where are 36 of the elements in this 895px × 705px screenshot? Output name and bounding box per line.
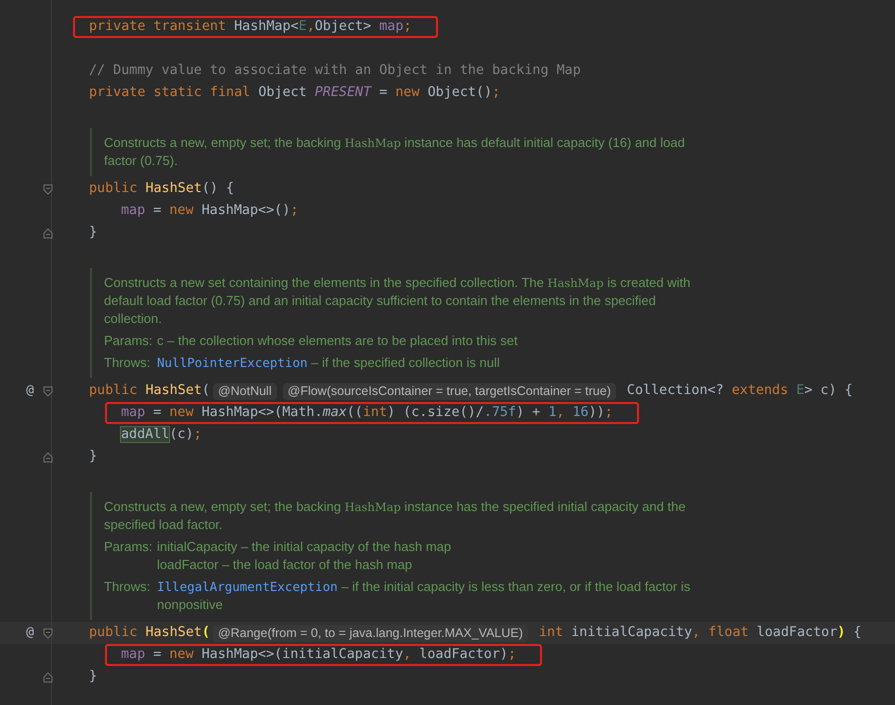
code-text: int initialCapacity, float loadFactor) { — [538, 625, 862, 641]
doc-text: NullPointerException – if the specified collection is null — [157, 354, 500, 372]
doc-label: Params: — [104, 538, 154, 556]
doc-label: Params: — [104, 332, 154, 350]
gutter-marker[interactable]: @ — [26, 383, 34, 398]
exception-link[interactable]: NullPointerException — [157, 355, 308, 370]
doc-text: IllegalArgumentException – if the initial capacity is less than zero, or if the load factor is nonpositive — [157, 578, 692, 614]
code-text: } — [89, 449, 98, 465]
fold-icon[interactable] — [43, 184, 53, 194]
doc-text: loadFactor – the load factor of the hash map — [157, 556, 414, 574]
inlay-hint: @Range(from = 0, to = java.lang.Integer.MAX_VALUE) — [212, 624, 528, 642]
code-text: map = new HashMap<>(); — [121, 203, 298, 219]
code-text: } — [89, 669, 98, 685]
code-text: public HashSet( — [89, 625, 210, 641]
doc-paragraph: Constructs a new set containing the elements in the specified collection. The HashMap is created with default load factor (0.75) and an initial capacity sufficient to contain the elements in the specified collection. — [104, 274, 692, 328]
inlay-hint: @Flow(sourceIsContainer = true, targetIsContainer = true) — [282, 382, 616, 400]
code-text: } — [89, 225, 98, 241]
doc-label: Throws: — [104, 578, 152, 596]
code-text: // Dummy value to associate with an Object in the backing Map — [89, 63, 581, 79]
doc-paragraph: Constructs a new, empty set; the backing HashMap instance has default initial capacity (16) and load factor (0.75). — [104, 134, 686, 170]
fold-icon[interactable] — [43, 452, 53, 462]
code-text: public HashSet( — [89, 383, 210, 399]
code-text: private static final Object PRESENT = new Object(); — [89, 85, 500, 101]
fold-icon[interactable] — [43, 386, 53, 396]
code-text: public HashSet() { — [89, 181, 234, 197]
fold-icon[interactable] — [43, 672, 53, 682]
code-text: Collection<? extends E> c) { — [626, 383, 853, 399]
inlay-hint: @NotNull — [212, 382, 277, 400]
doc-text: c – the collection whose elements are to be placed into this set — [157, 332, 518, 350]
fold-icon[interactable] — [43, 228, 53, 238]
fold-icon[interactable] — [43, 628, 53, 638]
doc-label: Throws: — [104, 354, 152, 372]
doc-text: initialCapacity – the initial capacity of the hash map — [157, 538, 452, 556]
exception-link[interactable]: IllegalArgumentException — [157, 579, 338, 594]
gutter-marker[interactable]: @ — [26, 625, 34, 640]
doc-paragraph: Constructs a new, empty set; the backing HashMap instance has the specified initial capacity and the specified load factor. — [104, 498, 687, 534]
